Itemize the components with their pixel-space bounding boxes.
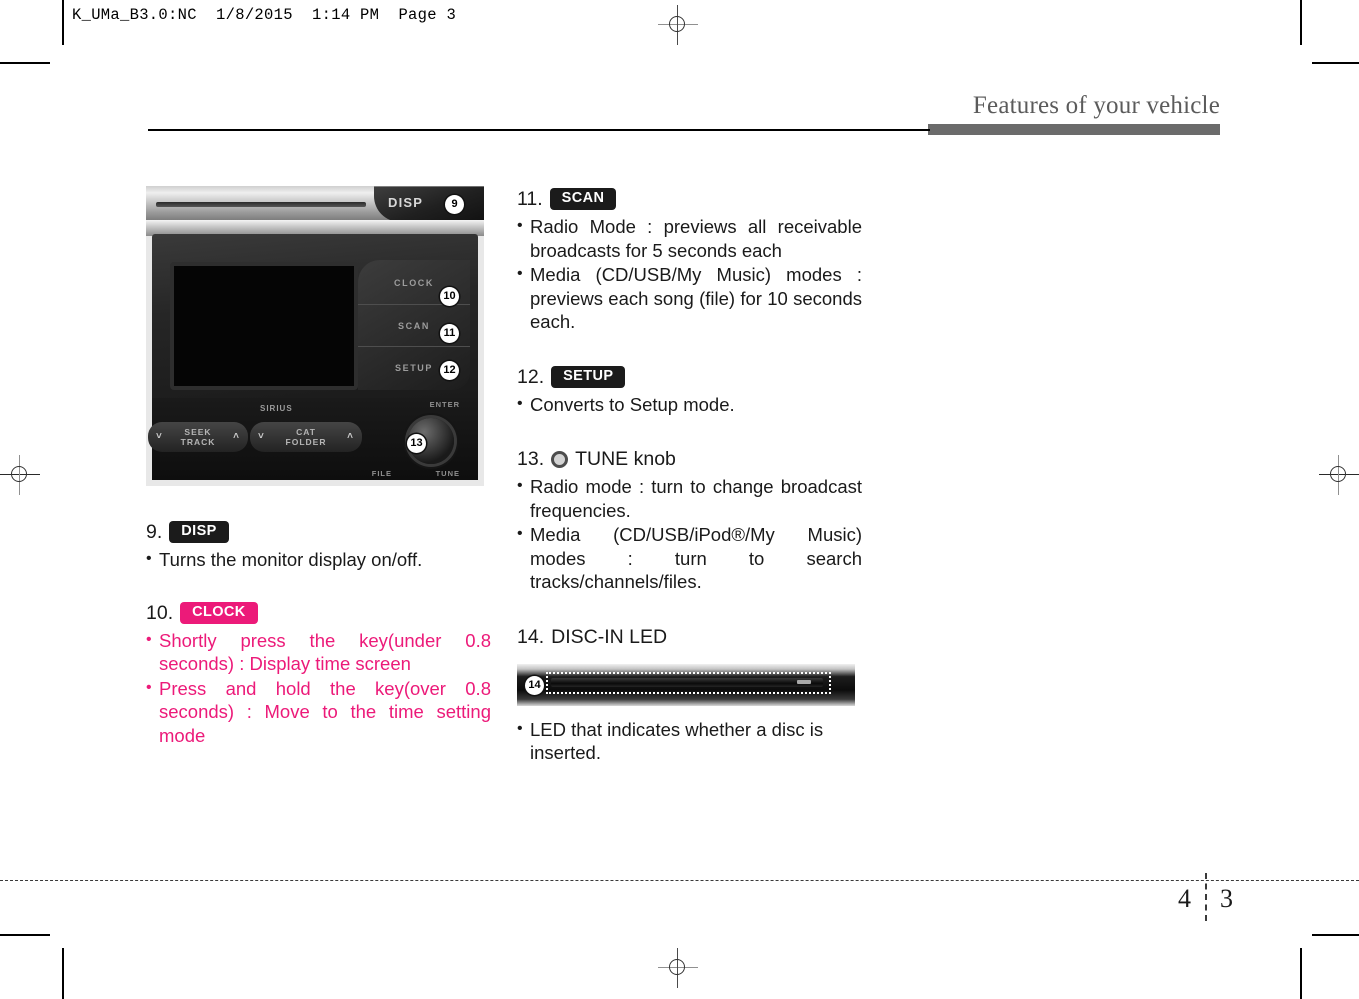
item-11: 11. SCAN Radio Mode : previews all recei… [517,186,862,334]
slug-divider-rule [62,0,64,45]
chevron-down-icon: ˅ [156,431,163,442]
cat-label: CAT [296,427,316,437]
registration-mark-circle [669,16,685,32]
item-9-heading: 9. DISP [146,519,491,545]
list-item: Turns the monitor display on/off. [146,547,491,572]
highlight-dotted-box [546,671,831,694]
item-13-bullets: Radio mode : turn to change broadcast fr… [517,474,862,594]
item-9-bullets: Turns the monitor display on/off. [146,547,491,572]
callout-12: 12 [440,361,459,380]
item-14-label: DISC-IN LED [551,625,668,648]
crop-mark-top-left-horizontal [0,62,50,64]
setup-badge: SETUP [551,365,626,388]
item-11-bullets: Radio Mode : previews all receivable bro… [517,214,862,334]
sirius-logo: SIRIUS [260,404,293,413]
list-item: Media (CD/USB/iPod®/My Music) modes : tu… [517,522,862,594]
crop-mark-bottom-right-horizontal [1312,934,1359,936]
seek-track-rocker: ˅ SEEK TRACK ˄ [148,422,248,452]
callout-10: 10 [440,287,459,306]
item-10: 10. CLOCK Shortly press the key(under 0.… [146,600,491,748]
registration-mark-circle [1330,466,1346,482]
page-number-right: 3 [1220,884,1233,913]
crop-mark-top-right-vertical [1300,0,1302,45]
registration-mark-left [0,455,40,495]
head-unit-body: CLOCK SCAN SETUP SIRIUS ˅ SEEK TRACK ˄ ˅… [148,234,478,480]
disp-badge: DISP [169,521,229,543]
tune-label: TUNE [435,469,460,478]
crop-mark-bottom-left-vertical [62,948,64,999]
list-item: Press and hold the key(over 0.8 seconds)… [146,676,491,748]
chevron-down-icon: ˅ [258,431,265,442]
display-screen [170,262,358,390]
item-12: 12. SETUP Converts to Setup mode. [517,364,862,417]
item-13-number: 13. [517,448,545,470]
cat-folder-rocker: ˅ CAT FOLDER ˄ [250,422,362,452]
item-9: 9. DISP Turns the monitor display on/off… [146,519,491,572]
chevron-up-icon: ˄ [347,431,354,442]
item-12-bullets: Converts to Setup mode. [517,392,862,417]
left-column: DISP CLOCK SCAN SETUP SIRIUS ˅ SEEK TRAC… [146,186,491,747]
footer-page-separator [1205,873,1207,921]
registration-mark-right [1319,455,1359,495]
running-head-bar [928,124,1220,135]
item-9-number: 9. [146,521,163,543]
callout-11: 11 [440,324,459,343]
item-14-bullets: LED that indicates whether a disc is ins… [517,717,862,765]
callout-9: 9 [445,195,464,214]
item-10-number: 10. [146,601,174,624]
running-head-rule [148,129,930,131]
crop-mark-top-right-horizontal [1312,62,1359,64]
folder-label: FOLDER [285,437,327,447]
dash-vent-slot [156,202,366,207]
registration-mark-circle [669,959,685,975]
tune-knob-icon [551,450,569,468]
crop-mark-bottom-right-vertical [1300,948,1302,999]
registration-mark-circle [11,466,27,482]
disp-button-label: DISP [388,195,424,210]
slug-line: K_UMa_B3.0:NC 1/8/2015 1:14 PM Page 3 [72,6,457,24]
list-item: Media (CD/USB/My Music) modes : previews… [517,262,862,334]
enter-label: ENTER [429,400,460,409]
head-unit-lower-panel: SIRIUS ˅ SEEK TRACK ˄ ˅ CAT FOLDER ˄ ENT… [148,398,478,480]
item-13-heading: 13. TUNE knob [517,446,862,472]
callout-13: 13 [407,434,426,453]
list-item: Shortly press the key(under 0.8 seconds)… [146,628,491,676]
file-label: FILE [371,469,392,478]
page-title: Features of your vehicle [972,92,1220,119]
item-13: 13. TUNE knob Radio mode : turn to chang… [517,446,862,594]
item-14-heading: 14. DISC-IN LED [517,624,862,650]
list-item: LED that indicates whether a disc is ins… [517,717,862,765]
callout-14: 14 [525,675,544,695]
disc-slot-photo: 14 [517,663,855,706]
scan-badge: SCAN [549,188,617,210]
item-10-bullets: Shortly press the key(under 0.8 seconds)… [146,628,491,748]
item-11-heading: 11. SCAN [517,186,862,212]
item-13-label: TUNE knob [575,448,676,470]
dashboard-top-band: DISP [146,186,484,224]
seek-label: SEEK [184,427,212,437]
crop-mark-bottom-left-horizontal [0,934,50,936]
clock-badge: CLOCK [180,601,258,624]
registration-mark-bottom-center [658,948,698,988]
audio-head-unit-photo: DISP CLOCK SCAN SETUP SIRIUS ˅ SEEK TRAC… [146,186,484,486]
list-item: Radio Mode : previews all receivable bro… [517,214,862,262]
right-column: 11. SCAN Radio Mode : previews all recei… [517,186,862,765]
item-11-number: 11. [517,188,543,210]
list-item: Converts to Setup mode. [517,392,862,417]
item-14: 14. DISC-IN LED 14 LED that indicates wh… [517,624,862,765]
item-10-heading: 10. CLOCK [146,600,491,626]
item-12-heading: 12. SETUP [517,364,862,390]
registration-mark-top-center [658,5,698,45]
chevron-up-icon: ˄ [233,431,240,442]
item-12-number: 12. [517,365,545,388]
footer-dashed-rule [0,880,1359,881]
disp-button-photo: DISP [374,186,484,222]
page-number-left: 4 [1178,884,1191,913]
track-label: TRACK [180,437,216,447]
item-14-number: 14. [517,625,545,648]
list-item: Radio mode : turn to change broadcast fr… [517,474,862,522]
